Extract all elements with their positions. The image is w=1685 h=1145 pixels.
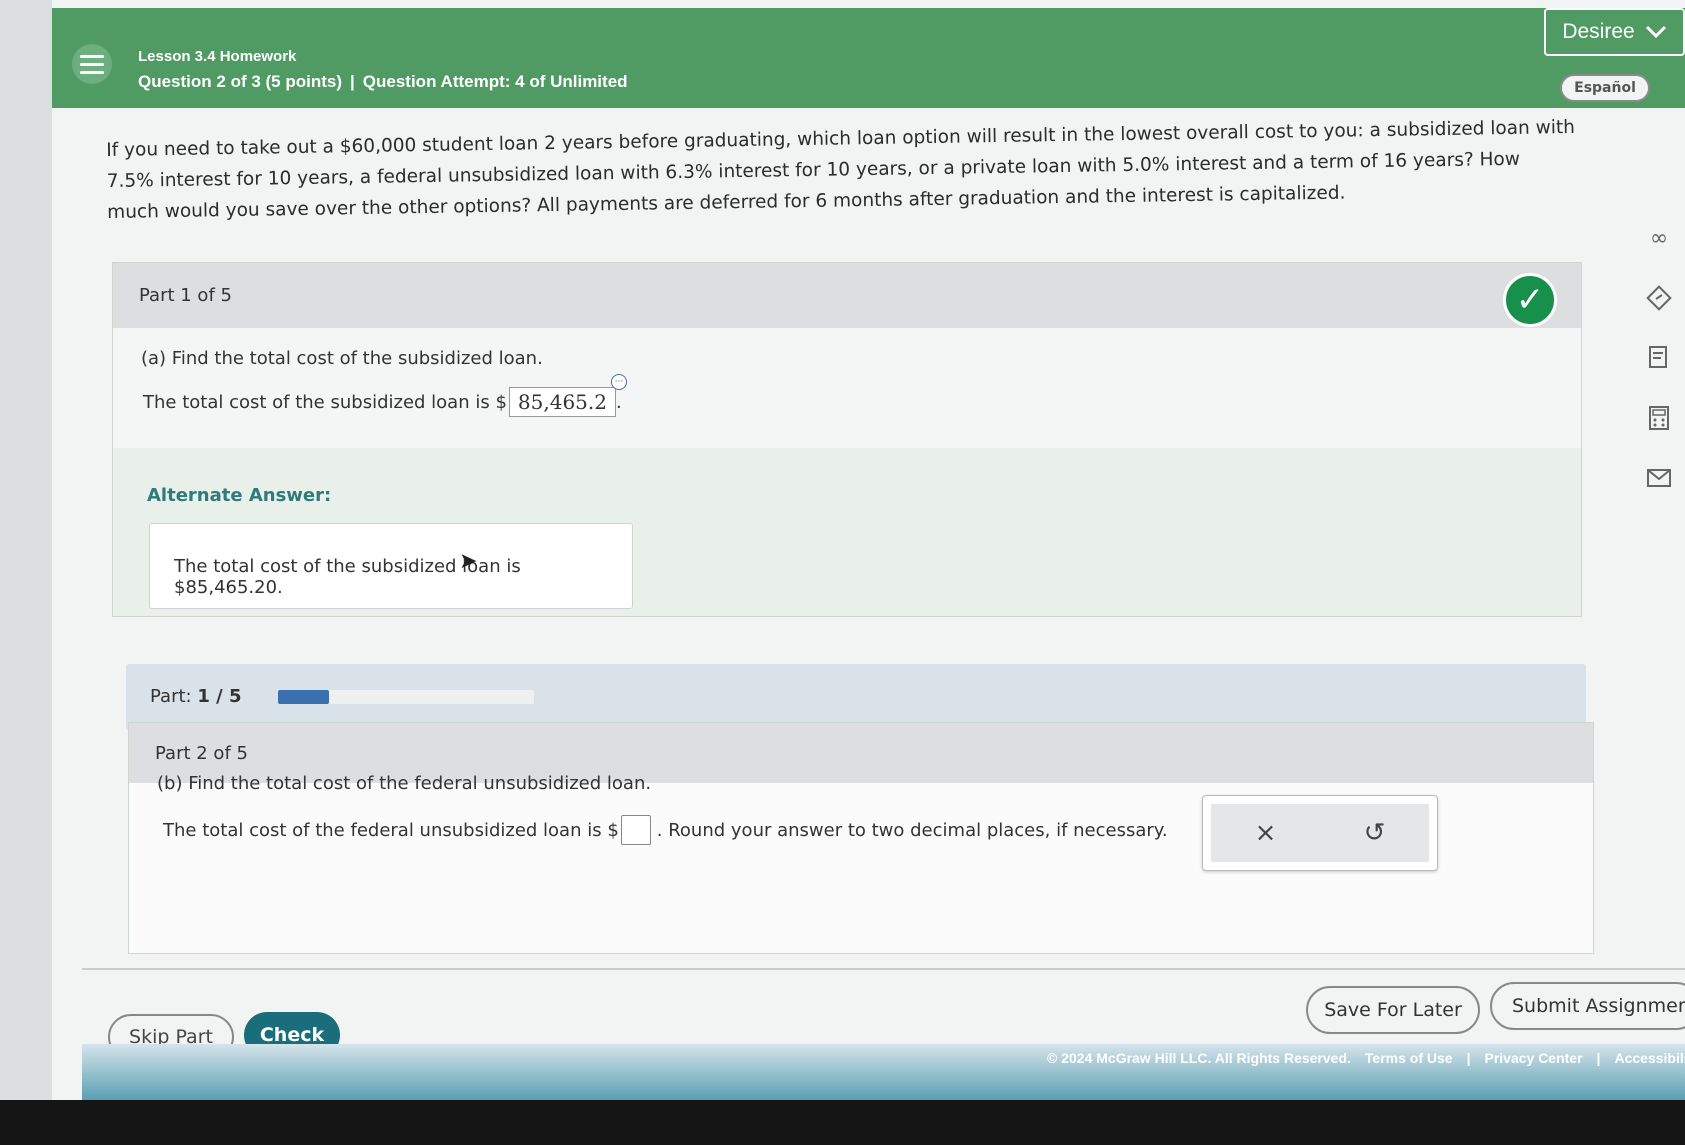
- calculator-icon[interactable]: [1643, 402, 1675, 434]
- menu-line-icon: [80, 70, 104, 74]
- user-menu-button[interactable]: Desiree: [1544, 8, 1685, 56]
- lesson-title: Lesson 3.4 Homework: [138, 48, 297, 65]
- part1-answer-prefix: The total cost of the subsidized loan is…: [143, 391, 507, 413]
- part-progress: Part: 1 / 5: [126, 664, 1586, 730]
- part1-prompt: (a) Find the total cost of the subsidize…: [141, 348, 543, 369]
- answer-tools: × ↺: [1211, 804, 1429, 862]
- part2-label: Part 2 of 5: [155, 743, 248, 764]
- part1-label: Part 1 of 5: [139, 285, 232, 306]
- progress-prefix: Part:: [150, 686, 192, 707]
- hint-icon[interactable]: [1643, 282, 1675, 314]
- chevron-down-icon: [1645, 25, 1666, 39]
- menu-line-icon: [80, 54, 104, 58]
- question-number: Question 2 of 3 (5 points): [138, 72, 343, 91]
- undo-icon[interactable]: ↺: [1364, 818, 1386, 848]
- clear-icon[interactable]: ×: [1255, 818, 1277, 848]
- part1-answer-value: 85,465.2: [517, 390, 607, 414]
- bottom-bezel: [0, 1100, 1685, 1145]
- footer-separator: |: [1466, 1050, 1471, 1066]
- more-options-icon[interactable]: ···: [610, 374, 627, 390]
- question-info: Question 2 of 3 (5 points) | Question Atte…: [138, 72, 628, 92]
- part1-answer-line: The total cost of the subsidized loan is…: [143, 374, 627, 417]
- part2-answer-line: The total cost of the federal unsubsidiz…: [163, 815, 1168, 845]
- part2-prompt: (b) Find the total cost of the federal u…: [157, 773, 652, 794]
- menu-button[interactable]: [72, 44, 112, 84]
- header-bar: Lesson 3.4 Homework Question 2 of 3 (5 p…: [52, 8, 1685, 108]
- footer-separator: |: [1596, 1050, 1601, 1066]
- left-bezel: [0, 0, 52, 1100]
- attempt-info: Question Attempt: 4 of Unlimited: [362, 72, 628, 91]
- part2-card: Part 2 of 5 (b) Find the total cost of t…: [128, 722, 1594, 954]
- part2-answer-input[interactable]: [620, 815, 651, 845]
- correct-check-icon: ✓: [1503, 273, 1557, 327]
- part1-header: Part 1 of 5 ✓: [113, 263, 1581, 328]
- progress-fill: [278, 690, 330, 704]
- part1-answer-suffix: .: [615, 391, 622, 413]
- user-name: Desiree: [1562, 20, 1635, 43]
- infinity-icon[interactable]: ∞: [1643, 222, 1675, 254]
- progress-track: [278, 690, 534, 704]
- reference-icon[interactable]: [1643, 342, 1675, 374]
- screen: Lesson 3.4 Homework Question 2 of 3 (5 p…: [0, 0, 1685, 1100]
- mouse-cursor-icon: ➤: [459, 549, 478, 574]
- alternate-answer-text: The total cost of the subsidized loan is…: [174, 556, 521, 598]
- part1-card: Part 1 of 5 ✓ (a) Find the total cost of…: [112, 262, 1582, 617]
- accessibility-link[interactable]: Accessibility: [1614, 1050, 1685, 1066]
- separator: |: [350, 72, 355, 91]
- mail-icon[interactable]: [1643, 462, 1675, 494]
- question-text: If you need to take out a $60,000 studen…: [106, 116, 1576, 223]
- save-for-later-button[interactable]: Save For Later: [1306, 986, 1480, 1034]
- footer-divider: [82, 968, 1685, 970]
- part2-answer-suffix: . Round your answer to two decimal place…: [656, 819, 1168, 841]
- menu-line-icon: [80, 62, 104, 66]
- part1-answer-box[interactable]: 85,465.2 ···: [508, 374, 627, 417]
- language-button[interactable]: Español: [1560, 74, 1650, 102]
- copyright-text: © 2024 McGraw Hill LLC. All Rights Reser…: [1047, 1050, 1351, 1066]
- progress-label: Part: 1 / 5: [150, 686, 242, 707]
- alternate-answer-box: The total cost of the subsidized loan is…: [149, 523, 633, 609]
- part2-answer-prefix: The total cost of the federal unsubsidiz…: [163, 819, 619, 841]
- terms-link[interactable]: Terms of Use: [1365, 1050, 1453, 1066]
- privacy-link[interactable]: Privacy Center: [1484, 1050, 1582, 1066]
- alternate-answer-label: Alternate Answer:: [147, 485, 332, 506]
- submit-assignment-button[interactable]: Submit Assignment: [1490, 982, 1685, 1030]
- footer-links: © 2024 McGraw Hill LLC. All Rights Reser…: [1047, 1050, 1685, 1066]
- answer-tools-panel: × ↺: [1202, 795, 1438, 871]
- progress-value: 1 / 5: [197, 686, 242, 707]
